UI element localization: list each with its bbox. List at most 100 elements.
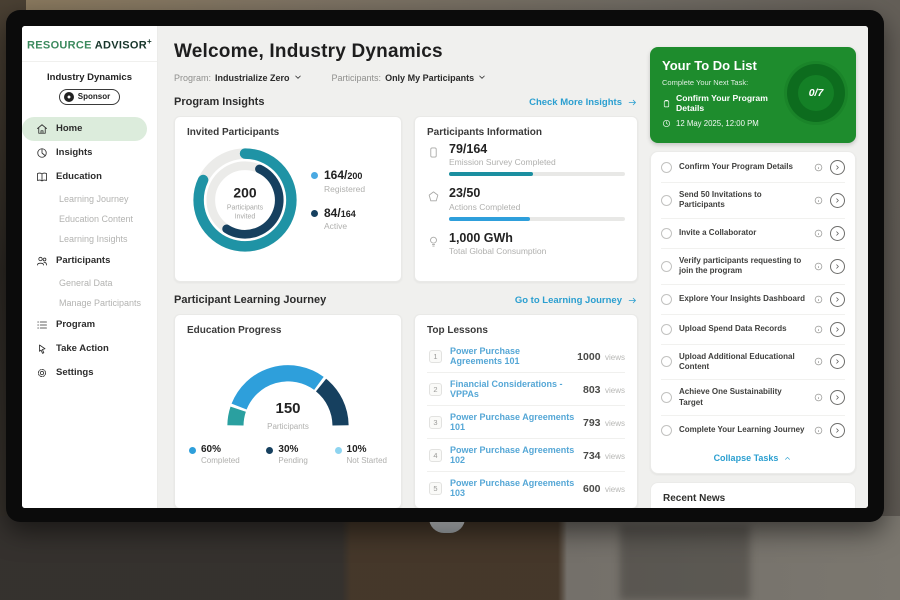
lesson-views: 803	[583, 384, 601, 396]
learning-cards-row: Education Progress 150 Participants	[174, 314, 638, 508]
sidebar-item-label: Take Action	[56, 343, 109, 354]
info-icon[interactable]	[814, 357, 823, 366]
lesson-views-label: views	[605, 485, 625, 494]
lesson-title-link[interactable]: Power Purchase Agreements 101	[450, 412, 575, 432]
task-row[interactable]: Send 50 Invitations to Participants	[661, 183, 845, 219]
gear-icon	[36, 367, 48, 379]
info-icon[interactable]	[814, 262, 823, 271]
info-icon[interactable]	[814, 325, 823, 334]
todo-next-task[interactable]: Confirm Your Program Details	[662, 93, 788, 114]
link-label: Go to Learning Journey	[515, 295, 622, 306]
info-icon[interactable]	[814, 393, 823, 402]
sidebar-item-insights[interactable]: Insights	[22, 141, 157, 165]
task-row[interactable]: Explore Your Insights Dashboard	[661, 285, 845, 315]
todo-progress-value: 0/7	[809, 87, 824, 99]
education-progress-card: Education Progress 150 Participants	[174, 314, 402, 508]
task-checkbox[interactable]	[661, 195, 672, 206]
legend-value: 164/	[324, 168, 347, 182]
task-go-button[interactable]	[830, 160, 845, 175]
stat-emission-survey: 79/164 Emission Survey Completed	[427, 142, 625, 176]
lesson-row[interactable]: 1 Power Purchase Agreements 101 1000 vie…	[427, 340, 625, 373]
legend-dot	[335, 447, 342, 454]
legend-dot	[266, 447, 273, 454]
task-checkbox[interactable]	[661, 356, 672, 367]
insights-cards-row: Invited Participants 200 Participants In…	[174, 116, 638, 282]
legend-value: 60%	[201, 444, 240, 456]
task-row[interactable]: Verify participants requesting to join t…	[661, 249, 845, 285]
sidebar-item-general-data[interactable]: General Data	[22, 273, 157, 293]
legend-value: 30%	[278, 444, 307, 456]
sidebar-item-home[interactable]: Home	[22, 117, 147, 141]
legend-item-active: 84/164 Active	[311, 207, 365, 231]
stat-label: Total Global Consumption	[449, 246, 625, 256]
lesson-row[interactable]: 3 Power Purchase Agreements 101 793 view…	[427, 406, 625, 439]
chevron-down-icon	[478, 73, 486, 83]
lesson-title-link[interactable]: Power Purchase Agreements 101	[450, 346, 569, 366]
program-value: Industrialize Zero	[215, 73, 290, 83]
task-go-button[interactable]	[830, 322, 845, 337]
task-row[interactable]: Complete Your Learning Journey	[661, 416, 845, 445]
legend-dot	[189, 447, 196, 454]
background-shelf-shadow	[620, 525, 750, 600]
lesson-row[interactable]: 2 Financial Considerations - VPPAs 803 v…	[427, 373, 625, 406]
task-checkbox[interactable]	[661, 228, 672, 239]
task-go-button[interactable]	[830, 390, 845, 405]
task-checkbox[interactable]	[661, 294, 672, 305]
task-go-button[interactable]	[830, 292, 845, 307]
lesson-title-link[interactable]: Power Purchase Agreements 103	[450, 478, 575, 498]
go-to-learning-journey-link[interactable]: Go to Learning Journey	[515, 295, 638, 306]
info-icon[interactable]	[814, 229, 823, 238]
task-checkbox[interactable]	[661, 324, 672, 335]
top-lessons-card: Top Lessons 1 Power Purchase Agreements …	[414, 314, 638, 508]
task-go-button[interactable]	[830, 423, 845, 438]
task-checkbox[interactable]	[661, 425, 672, 436]
list-icon	[36, 319, 48, 331]
legend-value: 10%	[347, 444, 387, 456]
info-icon[interactable]	[814, 426, 823, 435]
clock-icon	[662, 119, 671, 128]
task-checkbox[interactable]	[661, 392, 672, 403]
info-icon[interactable]	[814, 163, 823, 172]
lesson-title-link[interactable]: Financial Considerations - VPPAs	[450, 379, 575, 399]
sidebar-item-education[interactable]: Education	[22, 165, 157, 189]
sidebar-item-program[interactable]: Program	[22, 313, 157, 337]
task-checkbox[interactable]	[661, 261, 672, 272]
task-row[interactable]: Upload Additional Educational Content	[661, 345, 845, 381]
task-go-button[interactable]	[830, 354, 845, 369]
sidebar-item-learning-journey[interactable]: Learning Journey	[22, 189, 157, 209]
info-icon[interactable]	[814, 196, 823, 205]
legend-label: Pending	[278, 456, 307, 465]
donut-center-label-2: Invited	[235, 214, 256, 221]
lesson-title-link[interactable]: Power Purchase Agreements 102	[450, 445, 575, 465]
task-row[interactable]: Confirm Your Program Details	[661, 153, 845, 183]
task-row[interactable]: Invite a Collaborator	[661, 219, 845, 249]
task-go-button[interactable]	[830, 226, 845, 241]
task-go-button[interactable]	[830, 193, 845, 208]
info-icon[interactable]	[814, 295, 823, 304]
lesson-row[interactable]: 4 Power Purchase Agreements 102 734 view…	[427, 439, 625, 472]
task-row[interactable]: Upload Spend Data Records	[661, 315, 845, 345]
sidebar-item-participants[interactable]: Participants	[22, 249, 157, 273]
sidebar-item-education-content[interactable]: Education Content	[22, 209, 157, 229]
task-checkbox[interactable]	[661, 162, 672, 173]
gauge-legend: 60% Completed 30% Pending 10% Not Starte…	[187, 438, 389, 465]
collapse-tasks-link[interactable]: Collapse Tasks	[661, 445, 845, 472]
sidebar-item-label: Insights	[56, 147, 92, 158]
lesson-row[interactable]: 5 Power Purchase Agreements 103 600 view…	[427, 472, 625, 504]
stat-value: 1,000 GWh	[449, 231, 625, 245]
check-more-insights-link[interactable]: Check More Insights	[529, 97, 638, 108]
sidebar-item-settings[interactable]: Settings	[22, 361, 157, 385]
invited-participants-card: Invited Participants 200 Participants In…	[174, 116, 402, 282]
program-dropdown[interactable]: Program: Industrialize Zero	[174, 73, 302, 83]
sidebar-item-learning-insights[interactable]: Learning Insights	[22, 229, 157, 249]
stat-label: Actions Completed	[449, 202, 625, 212]
sidebar-item-take-action[interactable]: Take Action	[22, 337, 157, 361]
task-row[interactable]: Achieve One Sustainability Target	[661, 380, 845, 416]
participants-dropdown[interactable]: Participants: Only My Participants	[332, 73, 487, 83]
todo-column: Your To Do List Complete Your Next Task:…	[650, 38, 856, 508]
sidebar-item-manage-participants[interactable]: Manage Participants	[22, 293, 157, 313]
task-go-button[interactable]	[830, 259, 845, 274]
stat-label: Emission Survey Completed	[449, 157, 625, 167]
gauge-center-label: Participants	[267, 422, 309, 431]
section-title: Participant Learning Journey	[174, 294, 326, 306]
